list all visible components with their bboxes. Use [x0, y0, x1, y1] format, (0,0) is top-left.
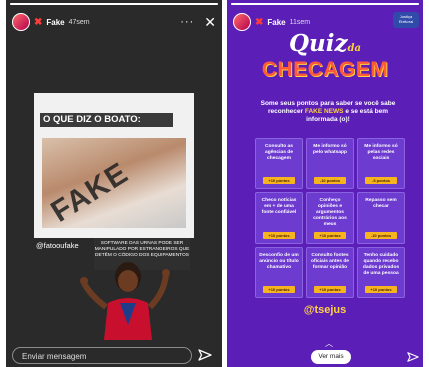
username[interactable]: Fake [46, 18, 64, 27]
see-more-button[interactable]: Ver mais [311, 350, 351, 364]
quiz-tile: Consulto as agências de checagem +10 pont… [255, 138, 303, 190]
quiz-tile: Desconfio de um anúncio ou título chamat… [255, 246, 303, 298]
quiz-tile: Consulto fontes oficiais antes de formar… [306, 246, 354, 298]
tile-points: -10 pontos [314, 177, 346, 185]
quiz-subtitle: Some seus pontos para saber se você sabe… [255, 100, 401, 124]
person-illustration [80, 262, 170, 340]
tile-points: +10 pontos [263, 177, 295, 185]
x-mark-icon: ✖ [255, 16, 264, 28]
tile-text: Consulto fontes oficiais antes de formar… [310, 252, 350, 270]
avatar[interactable] [12, 13, 30, 31]
quiz-tile: Checo notícias em + de uma fonte confiáv… [255, 192, 303, 244]
quiz-title: Quizda [227, 32, 423, 61]
quiz-tile: Tenho cuidado quando recebo dados privad… [357, 246, 405, 298]
tile-text: Desconfio de um anúncio ou título chamat… [259, 252, 299, 270]
fake-news-card: O QUE DIZ O BOATO: FAKE SOFTWARE DAS URN… [34, 93, 194, 270]
username[interactable]: Fake [267, 18, 285, 27]
tile-points: -10 pontos [365, 231, 397, 239]
card-title: O QUE DIZ O BOATO: [40, 113, 173, 127]
tile-points: +10 pontos [365, 285, 397, 293]
tile-text: Checo notícias em + de uma fonte confiáv… [261, 198, 297, 216]
tile-points: +10 pontos [314, 231, 346, 239]
tile-text: Conheço opiniões e argumentos contrários… [313, 198, 347, 228]
send-icon[interactable] [198, 348, 212, 362]
quiz-tile: Me informo só pelas redes sociais -5 pont… [357, 138, 405, 190]
tile-text: Consulto as agências de checagem [265, 144, 293, 161]
subtitle-fake-news: FAKE NEWS [304, 108, 344, 115]
post-time: 47sem [68, 18, 90, 26]
fake-stamp: FAKE [45, 156, 135, 229]
quiz-tile: Conheço opiniões e argumentos contrários… [306, 192, 354, 244]
tile-points: +10 pontos [314, 285, 346, 293]
quiz-grid: Consulto as agências de checagem +10 pont… [255, 138, 405, 298]
quiz-word: Quiz [288, 30, 348, 57]
tile-text: Me informo só pelas redes sociais [364, 144, 398, 161]
checagem-title: CHECAGEM [261, 58, 389, 81]
story-progress-bar [10, 3, 218, 5]
story-progress-bar [231, 3, 419, 5]
send-icon[interactable] [407, 351, 419, 363]
tile-points: +10 pontos [263, 285, 295, 293]
tile-points: -5 pontos [365, 177, 397, 185]
quiz-tile: Repasso sem checar -10 pontos [357, 192, 405, 244]
tile-points: +10 pontos [263, 231, 295, 239]
tile-text: Repasso sem checar [365, 198, 397, 210]
account-handle: @fatooufake [36, 241, 79, 250]
story-header: ✖ Fake 11sem [233, 12, 389, 32]
x-mark-icon: ✖ [34, 16, 43, 28]
tse-handle: @tsejus [303, 304, 347, 316]
message-input[interactable]: Enviar mensagem [12, 347, 192, 364]
left-story[interactable]: ✖ Fake 47sem ··· ✕ O QUE DIZ O BOATO: FA… [6, 0, 222, 367]
chevron-up-icon[interactable]: ︿ [325, 338, 333, 349]
story-header: ✖ Fake 47sem ··· ✕ [12, 12, 216, 32]
close-icon[interactable]: ✕ [204, 14, 216, 31]
card-photo: FAKE SOFTWARE DAS URNAS PODE SER MANIPUL… [42, 138, 190, 270]
quiz-tile: Me informo só pelo whatsapp -10 pontos [306, 138, 354, 190]
avatar[interactable] [233, 13, 251, 31]
post-time: 11sem [289, 18, 311, 26]
da-word: da [347, 43, 362, 54]
tile-text: Tenho cuidado quando recebo dados privad… [362, 252, 400, 276]
right-story[interactable]: ✖ Fake 11sem Justiça Eleitoral Quizda CH… [227, 0, 423, 367]
tile-text: Me informo só pelo whatsapp [313, 144, 347, 155]
justica-eleitoral-logo: Justiça Eleitoral [393, 12, 419, 28]
more-options-icon[interactable]: ··· [180, 16, 194, 28]
